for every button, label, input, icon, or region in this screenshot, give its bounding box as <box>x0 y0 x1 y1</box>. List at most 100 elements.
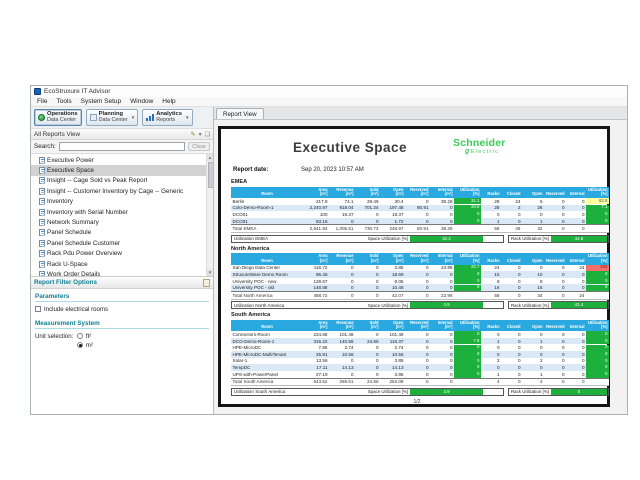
column-header: Racks <box>481 320 501 331</box>
value-cell: 1 <box>481 371 501 378</box>
value-cell: 0 <box>566 284 586 291</box>
value-cell: 0 <box>430 371 454 378</box>
unit-option-ft[interactable]: ft² <box>77 333 93 340</box>
tree-item-executive-space[interactable]: Executive Space <box>31 165 206 175</box>
scrollbar-thumb[interactable] <box>208 162 214 188</box>
menu-item-help[interactable]: Help <box>162 98 175 105</box>
value-cell: 0 <box>329 271 355 278</box>
logo-mark-icon: g <box>465 148 469 155</box>
app-icon <box>34 88 41 95</box>
tree-item-rack-u-space[interactable]: Rack U-Space <box>31 259 206 269</box>
value-cell: 4 <box>522 378 544 386</box>
value-cell: 0 <box>566 198 586 205</box>
value-cell: 24 <box>481 265 501 272</box>
utilization-badge: 20.7 <box>454 265 481 271</box>
menu-item-system-setup[interactable]: System Setup <box>81 98 121 105</box>
float-icon[interactable]: ❑ <box>205 131 210 138</box>
tree-item-rack-pdu-power-overview[interactable]: Rack Pdu Power Overview <box>31 249 206 259</box>
tree-item-panel-schedule[interactable]: Panel Schedule <box>31 228 206 238</box>
value-cell: 42.07 <box>380 292 405 300</box>
tree-item-inventory[interactable]: Inventory <box>31 197 206 207</box>
value-cell: 1 <box>522 338 544 345</box>
value-cell: 10 <box>481 271 501 278</box>
value-cell: 0 <box>544 358 566 365</box>
value-cell: 0 <box>355 364 380 371</box>
scroll-up-icon[interactable]: ▲ <box>207 154 213 161</box>
tree-item-work-order-details[interactable]: Work Order Details <box>31 269 206 276</box>
tree-item-executive-power[interactable]: Executive Power <box>31 155 206 165</box>
table-row: Berlin217.874.129.4930.4038.2831.1292450… <box>231 198 609 205</box>
tree-scrollbar[interactable]: ▲ ▼ <box>206 154 213 276</box>
toolbar-button-planning[interactable]: PlanningData Center▾ <box>86 109 139 126</box>
tab-report-view[interactable]: Report View <box>216 108 264 119</box>
menu-item-file[interactable]: File <box>37 98 47 105</box>
value-cell: 0 <box>566 218 586 225</box>
value-cell: 115.72 <box>303 265 329 272</box>
value-cell: 0 <box>566 358 586 365</box>
space-utilization-bar: 3.9 <box>410 389 483 395</box>
total-row: Total South America643.52269.5124.86253.… <box>231 378 609 386</box>
include-electrical-rooms-option[interactable]: Include electrical rooms <box>35 306 209 313</box>
rack-utilization-label: Rack Utilization [%] <box>509 303 551 308</box>
value-cell: 0 <box>430 211 454 218</box>
space-utilization-cell: 31.1 <box>454 198 481 205</box>
room-cell: Colo-Demo-Room-1 <box>231 205 303 212</box>
value-cell <box>454 225 481 233</box>
report-viewer[interactable]: Executive Space Schneider g Electric Rep… <box>214 120 627 414</box>
report-doc-icon <box>39 167 45 174</box>
value-cell: 0 <box>405 284 430 291</box>
value-cell: 701.24 <box>355 205 380 212</box>
logo-schneider-text: Schneider <box>453 137 506 149</box>
value-cell: 0 <box>501 211 522 218</box>
tree-item-insight-cage-sold-vs-peak-report[interactable]: Insight -- Cage Sold vs Peak Report <box>31 176 206 186</box>
toolbar-button-operations[interactable]: OperationsData Center <box>34 109 82 126</box>
tree-item-panel-schedule-customer[interactable]: Panel Schedule Customer <box>31 238 206 248</box>
rack-utilization-cell: 100 <box>586 265 609 272</box>
radio-icon[interactable] <box>77 342 83 348</box>
value-cell: 24.86 <box>355 378 380 386</box>
report-section-south-america: South AmericaRoomArea[m²]Revenue[m²]Sold… <box>231 312 603 396</box>
tree-item-network-summary[interactable]: Network Summary <box>31 217 206 227</box>
clear-search-button[interactable]: Clear <box>188 142 210 151</box>
value-cell: 0 <box>430 218 454 225</box>
utilization-badge: 0 <box>586 358 609 364</box>
report-doc-icon <box>39 229 45 236</box>
table-row: Connectors-Room234.68101.490101.49000000… <box>231 331 609 338</box>
value-cell: 0 <box>566 278 586 285</box>
radio-icon[interactable] <box>77 333 83 339</box>
search-input[interactable] <box>59 142 185 151</box>
edit-icon[interactable]: ✎ <box>191 131 196 138</box>
value-cell: 0 <box>430 331 454 338</box>
value-cell: 0 <box>501 378 522 386</box>
scroll-down-icon[interactable]: ▼ <box>207 269 213 276</box>
rack-utilization-cell: 0 <box>586 331 609 338</box>
report-filter-options-header[interactable]: Report Filter Options <box>31 277 213 289</box>
rack-utilization-bar: 44.8 <box>551 236 607 242</box>
value-cell: 32 <box>522 225 544 233</box>
value-cell: 0 <box>430 364 454 371</box>
space-utilization-cell: 0 <box>454 344 481 351</box>
value-cell: 0 <box>544 198 566 205</box>
value-cell: 0 <box>544 271 566 278</box>
menu-item-tools[interactable]: Tools <box>56 98 71 105</box>
value-cell: 58 <box>481 292 501 300</box>
utilization-badge: 0 <box>454 351 481 357</box>
unit-option-m[interactable]: m² <box>77 342 93 349</box>
value-cell: 0 <box>481 211 501 218</box>
column-header: Area[m²] <box>303 187 329 198</box>
value-cell: 80.91 <box>405 225 430 233</box>
value-cell: 0 <box>481 364 501 371</box>
collapse-icon[interactable]: ▾ <box>199 131 202 138</box>
tree-item-insight-customer-inventory-by-cage-generic[interactable]: Insight -- Customer Inventory by Cage --… <box>31 186 206 196</box>
toolbar-button-analytics[interactable]: AnalyticsReports▾ <box>142 109 192 126</box>
report-options-icon <box>203 279 210 287</box>
tree-item-inventory-with-serial-number[interactable]: Inventory with Serial Number <box>31 207 206 217</box>
value-cell: 0 <box>405 358 430 365</box>
column-header: Internal[m²] <box>430 320 454 331</box>
include-electrical-rooms-checkbox[interactable] <box>35 306 41 312</box>
tree-item-label: Insight -- Customer Inventory by Cage --… <box>47 188 183 195</box>
menu-item-window[interactable]: Window <box>130 98 153 105</box>
room-cell: StruxureWare Demo Room <box>231 271 303 278</box>
value-cell: 0 <box>355 292 380 300</box>
column-header: Racks <box>481 253 501 264</box>
